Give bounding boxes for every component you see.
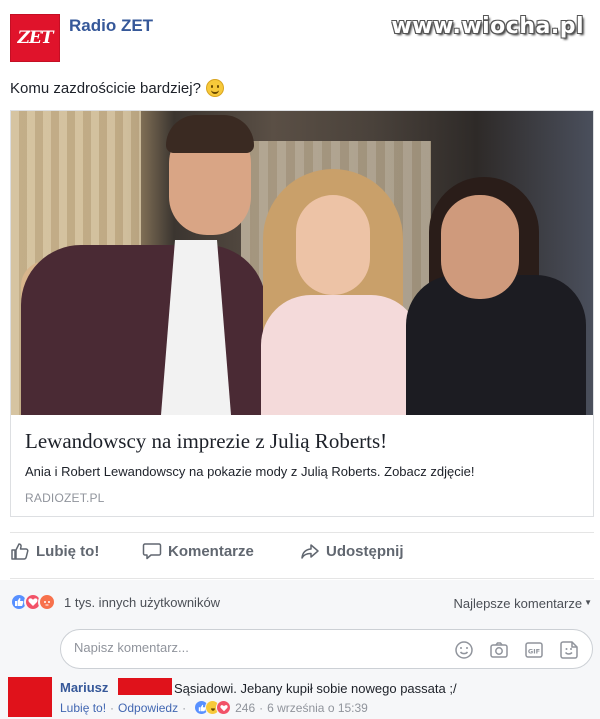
emoji-icon[interactable] bbox=[453, 639, 475, 661]
woman-right-face bbox=[441, 195, 519, 299]
redaction-bar bbox=[118, 678, 172, 695]
gif-icon[interactable]: GIF bbox=[523, 639, 545, 661]
caret-down-icon: ▼ bbox=[584, 598, 592, 607]
watermark: www.wiocha.pl bbox=[391, 14, 584, 39]
facebook-post: ZET Radio ZET www.wiocha.pl Komu zazdroś… bbox=[0, 0, 600, 719]
commenter-avatar-redacted[interactable] bbox=[8, 677, 52, 717]
link-domain: RADIOZET.PL bbox=[25, 491, 105, 505]
divider bbox=[10, 532, 594, 533]
comment-bubble-icon bbox=[142, 543, 162, 560]
comment-sort-dropdown[interactable]: Najlepsze komentarze ▼ bbox=[453, 596, 592, 611]
smile-emoji-icon bbox=[205, 79, 224, 97]
svg-text:GIF: GIF bbox=[528, 648, 540, 656]
comment-text: Sąsiadowi. Jebany kupił sobie nowego pas… bbox=[174, 681, 457, 696]
like-button[interactable]: Lubię to! bbox=[10, 541, 99, 561]
link-title[interactable]: Lewandowscy na imprezie z Julią Roberts! bbox=[25, 429, 387, 454]
link-description: Ania i Robert Lewandowscy na pokazie mod… bbox=[25, 464, 475, 479]
comment-reaction-count[interactable]: 246 bbox=[235, 701, 255, 715]
link-preview-card[interactable]: Lewandowscy na imprezie z Julią Roberts!… bbox=[10, 110, 594, 517]
composer-icons: GIF bbox=[453, 639, 580, 661]
woman-center-dress bbox=[261, 295, 421, 415]
comment-reactions[interactable] bbox=[194, 700, 232, 715]
logo-text: ZET bbox=[17, 28, 53, 48]
post-text: Komu zazdrościcie bardziej? bbox=[10, 79, 201, 97]
share-button[interactable]: Udostępnij bbox=[300, 541, 404, 561]
post-actions-bar: Lubię to! Komentarze Udostępnij bbox=[10, 541, 594, 569]
man-jacket bbox=[21, 245, 266, 415]
sticker-icon[interactable] bbox=[558, 639, 580, 661]
comment-reply-link[interactable]: Odpowiedz bbox=[118, 701, 178, 715]
camera-icon[interactable] bbox=[488, 639, 510, 661]
separator: · bbox=[110, 700, 115, 715]
share-arrow-icon bbox=[301, 544, 319, 559]
woman-center-face bbox=[296, 195, 370, 295]
comment-item: Mariusz Sąsiadowi. Jebany kupił sobie no… bbox=[8, 677, 600, 719]
woman-right-dress bbox=[406, 275, 586, 415]
comment-meta: Lubię to! · Odpowiedz · 246 · 6 września… bbox=[60, 700, 368, 715]
angry-reaction-icon bbox=[38, 593, 56, 611]
comment-timestamp[interactable]: 6 września o 15:39 bbox=[267, 701, 368, 715]
like-label: Lubię to! bbox=[36, 542, 100, 560]
share-label: Udostępnij bbox=[326, 542, 404, 560]
reactions-count[interactable]: 1 tys. innych użytkowników bbox=[64, 595, 220, 610]
comments-section: 1 tys. innych użytkowników Najlepsze kom… bbox=[0, 580, 600, 719]
reactions-summary[interactable]: 1 tys. innych użytkowników bbox=[10, 593, 220, 611]
commenter-name[interactable]: Mariusz bbox=[60, 680, 108, 695]
comment-label: Komentarze bbox=[168, 542, 254, 560]
comment-like-link[interactable]: Lubię to! bbox=[60, 701, 106, 715]
link-preview-image[interactable] bbox=[11, 111, 593, 415]
comment-button[interactable]: Komentarze bbox=[142, 541, 254, 561]
page-avatar[interactable]: ZET bbox=[10, 14, 60, 62]
man-hair bbox=[166, 115, 254, 153]
post-message: Komu zazdrościcie bardziej? bbox=[10, 79, 224, 97]
comment-composer[interactable]: GIF bbox=[60, 629, 593, 669]
separator: · bbox=[259, 700, 264, 715]
page-name-link[interactable]: Radio ZET bbox=[69, 16, 153, 36]
separator: · bbox=[182, 700, 187, 715]
thumbs-up-icon bbox=[11, 543, 29, 560]
love-reaction-icon bbox=[216, 700, 232, 715]
sort-label: Najlepsze komentarze bbox=[453, 596, 583, 611]
divider bbox=[10, 578, 594, 579]
comment-input[interactable] bbox=[74, 640, 434, 655]
